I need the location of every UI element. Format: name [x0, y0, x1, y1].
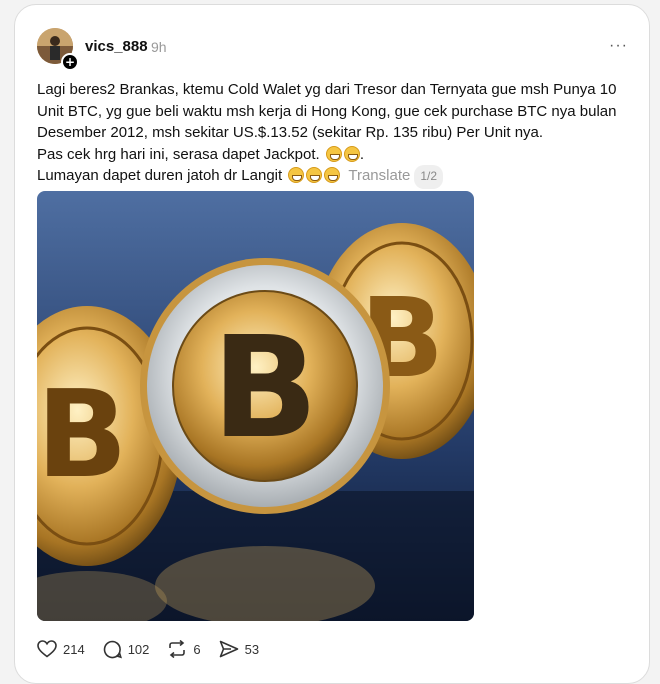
share-button[interactable]: 53 [219, 640, 259, 658]
share-count: 53 [244, 641, 260, 657]
comment-icon [103, 640, 122, 658]
post-card: + vics_888 9h ··· Lagi beres2 Brankas, k… [14, 4, 650, 684]
share-icon [219, 640, 238, 658]
post-line-1: Lagi beres2 Brankas, ktemu Cold Walet yg… [37, 81, 617, 141]
post-line-2: Pas cek hrg hari ini, serasa dapet Jackp… [37, 145, 364, 163]
username[interactable]: vics_888 [85, 38, 148, 55]
post-image[interactable]: B B B [37, 191, 474, 621]
comment-count: 102 [127, 641, 150, 657]
post-line-3: Lumayan dapet duren jatoh dr Langit Tran… [37, 165, 637, 189]
like-count: 214 [63, 641, 85, 657]
repost-count: 6 [193, 641, 201, 657]
svg-text:B: B [212, 307, 319, 470]
translate-link[interactable]: Translate [348, 167, 410, 184]
grin-emoji [324, 167, 341, 183]
comment-button[interactable]: 102 [103, 640, 150, 659]
post-text: Lagi beres2 Brankas, ktemu Cold Walet yg… [37, 79, 637, 189]
grin-emoji [325, 145, 342, 162]
repost-button[interactable]: 6 [167, 640, 201, 658]
repost-icon [169, 640, 186, 658]
more-icon[interactable]: ··· [609, 37, 628, 55]
grin-emoji [343, 145, 360, 162]
action-bar: 214 102 6 53 [37, 638, 277, 660]
heart-icon [37, 640, 57, 658]
grin-emoji [306, 167, 323, 183]
follow-plus-icon[interactable]: + [61, 53, 79, 71]
grin-emoji [288, 167, 305, 183]
post-time: 9h [151, 39, 167, 55]
svg-text:B: B [37, 366, 128, 505]
like-button[interactable]: 214 [37, 640, 85, 658]
image-pager: 1/2 [414, 165, 444, 189]
